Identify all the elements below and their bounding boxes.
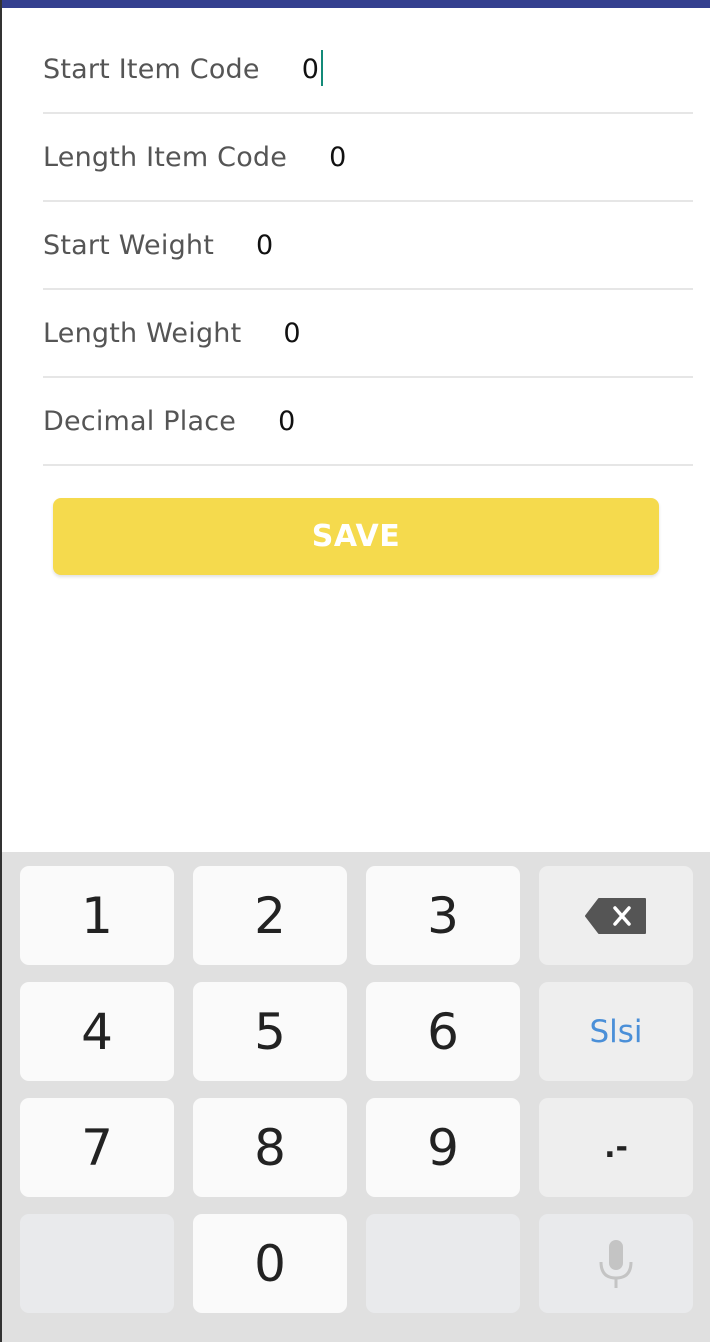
key-1[interactable]: 1 (20, 866, 174, 965)
start-item-code-input[interactable]: 0 (301, 49, 323, 86)
key-9[interactable]: 9 (366, 1098, 520, 1197)
length-item-code-input[interactable]: 0 (329, 142, 346, 173)
field-start-item-code[interactable]: Start Item Code 0 (43, 26, 693, 114)
field-decimal-place[interactable]: Decimal Place 0 (43, 378, 693, 466)
key-5[interactable]: 5 (193, 982, 347, 1081)
field-label: Length Item Code (43, 141, 288, 173)
key-7[interactable]: 7 (20, 1098, 174, 1197)
key-6[interactable]: 6 (366, 982, 520, 1081)
field-label: Length Weight (43, 317, 242, 349)
save-button[interactable]: SAVE (53, 498, 659, 575)
field-length-item-code[interactable]: Length Item Code 0 (43, 114, 693, 202)
key-2[interactable]: 2 (193, 866, 347, 965)
field-label: Decimal Place (43, 405, 237, 437)
field-label: Start Item Code (43, 53, 260, 85)
settings-form: Start Item Code 0 Length Item Code 0 Sta… (43, 26, 693, 466)
blank-key-right (366, 1214, 520, 1313)
backspace-icon (585, 897, 646, 934)
symbol-label: .- (604, 1130, 628, 1165)
language-key[interactable]: Slsi (539, 982, 693, 1081)
backspace-key[interactable] (539, 866, 693, 965)
status-bar (0, 0, 710, 8)
key-3[interactable]: 3 (366, 866, 520, 965)
start-weight-input[interactable]: 0 (256, 230, 273, 261)
field-label: Start Weight (43, 229, 215, 261)
key-8[interactable]: 8 (193, 1098, 347, 1197)
field-length-weight[interactable]: Length Weight 0 (43, 290, 693, 378)
field-start-weight[interactable]: Start Weight 0 (43, 202, 693, 290)
voice-input-key[interactable] (539, 1214, 693, 1313)
language-label: Slsi (589, 1013, 643, 1050)
blank-key-left (20, 1214, 174, 1313)
numeric-keyboard: 1 2 3 4 5 6 Slsi 7 8 9 .- 0 (2, 852, 710, 1342)
key-0[interactable]: 0 (193, 1214, 347, 1313)
key-4[interactable]: 4 (20, 982, 174, 1081)
symbol-key[interactable]: .- (539, 1098, 693, 1197)
length-weight-input[interactable]: 0 (283, 318, 300, 349)
text-caret (320, 49, 323, 86)
field-value: 0 (301, 53, 319, 85)
decimal-place-input[interactable]: 0 (278, 406, 295, 437)
microphone-icon (599, 1239, 633, 1288)
